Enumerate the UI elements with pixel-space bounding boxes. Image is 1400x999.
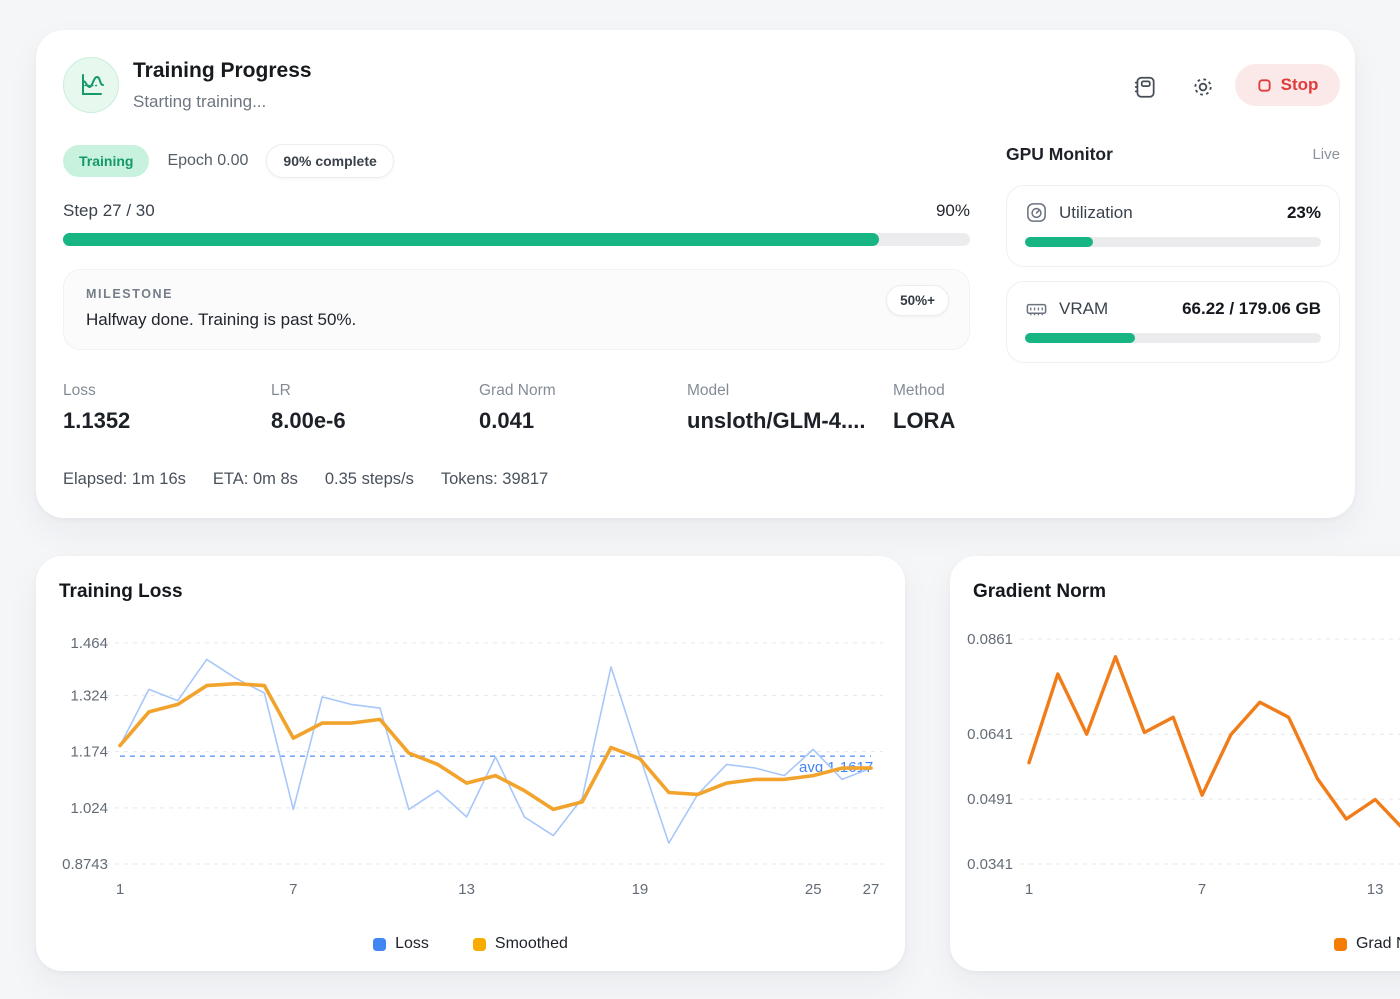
svg-text:1.464: 1.464: [70, 635, 108, 652]
stat-value: LORA: [893, 408, 955, 434]
svg-text:1.324: 1.324: [70, 687, 108, 704]
legend-item-smoothed[interactable]: Smoothed: [473, 935, 568, 953]
svg-text:1.174: 1.174: [70, 744, 108, 761]
gradient-norm-chart: 0.0861 0.0641 0.0491 0.0341 1 7 13: [950, 556, 1400, 971]
svg-text:13: 13: [458, 881, 475, 898]
legend-label: Smoothed: [495, 935, 568, 953]
vram-bar-fill: [1025, 333, 1135, 343]
training-dashboard: { "header": { "title": "Training Progres…: [0, 0, 1400, 999]
chart-legend: Grad Norm: [950, 935, 1400, 953]
status-subtitle: Starting training...: [133, 92, 266, 112]
stat-label: Grad Norm: [479, 382, 556, 400]
progress-bar: [63, 233, 970, 246]
stop-square-icon: [1257, 78, 1272, 93]
eta: ETA: 0m 8s: [213, 470, 298, 489]
svg-text:0.0341: 0.0341: [967, 856, 1013, 873]
epoch-label: Epoch 0.00: [167, 152, 248, 170]
svg-text:13: 13: [1367, 881, 1384, 898]
svg-text:7: 7: [1198, 881, 1206, 898]
vram-bar: [1025, 333, 1321, 343]
token-count: Tokens: 39817: [441, 470, 548, 489]
gradient-norm-chart-card: Gradient Norm 0.08610.06410.04910.034117…: [950, 556, 1400, 971]
stat-value: 0.041: [479, 408, 556, 434]
stat-label: Model: [687, 382, 865, 400]
ram-icon: [1025, 297, 1048, 320]
stat-label: Method: [893, 382, 955, 400]
svg-text:27: 27: [863, 881, 880, 898]
page-title: Training Progress: [133, 59, 312, 83]
stat-loss: Loss 1.1352: [63, 382, 130, 434]
svg-text:0.8743: 0.8743: [62, 856, 108, 873]
svg-text:0.0861: 0.0861: [967, 631, 1013, 648]
svg-text:25: 25: [805, 881, 822, 898]
percent-complete-badge: 90% complete: [266, 144, 393, 178]
legend-label: Grad Norm: [1356, 935, 1400, 953]
grad-norm-swatch: [1334, 938, 1347, 951]
legend-label: Loss: [395, 935, 429, 953]
milestone-message: Halfway done. Training is past 50%.: [86, 310, 947, 330]
chart-legend: Loss Smoothed: [36, 935, 905, 953]
stat-grad-norm: Grad Norm 0.041: [479, 382, 556, 434]
stat-value: 8.00e-6: [271, 408, 346, 434]
stat-method: Method LORA: [893, 382, 955, 434]
svg-text:19: 19: [632, 881, 649, 898]
gpu-utilization-meter: Utilization 23%: [1006, 185, 1340, 267]
gpu-monitor-header: GPU Monitor Live: [1006, 144, 1340, 165]
stat-model: Model unsloth/GLM-4....: [687, 382, 865, 434]
training-progress-card: Training Progress Starting training... S…: [36, 30, 1355, 518]
legend-item-loss[interactable]: Loss: [373, 935, 429, 953]
stat-value: 1.1352: [63, 408, 130, 434]
notebook-icon[interactable]: [1132, 74, 1158, 100]
loss-swatch: [373, 938, 386, 951]
live-indicator: Live: [1312, 146, 1340, 163]
training-loss-chart: 1.4641.3241.1741.0240.87431713192527avg …: [36, 556, 905, 971]
milestone-banner: MILESTONE Halfway done. Training is past…: [63, 269, 970, 350]
vram-label: VRAM: [1059, 299, 1171, 319]
progress-percent: 90%: [936, 201, 970, 221]
svg-text:0.0641: 0.0641: [967, 726, 1013, 743]
stat-value: unsloth/GLM-4....: [687, 408, 865, 434]
progress-bar-fill: [63, 233, 879, 246]
step-label: Step 27 / 30: [63, 201, 155, 221]
svg-text:1: 1: [1025, 881, 1033, 898]
status-badges: Training Epoch 0.00 90% complete: [63, 144, 394, 178]
elapsed-time: Elapsed: 1m 16s: [63, 470, 186, 489]
utilization-bar-fill: [1025, 237, 1093, 247]
stop-button[interactable]: Stop: [1235, 64, 1340, 106]
legend-item-grad-norm[interactable]: Grad Norm: [1334, 935, 1400, 953]
stat-label: LR: [271, 382, 346, 400]
utilization-value: 23%: [1287, 203, 1321, 223]
session-stats: Elapsed: 1m 16s ETA: 0m 8s 0.35 steps/s …: [63, 470, 548, 489]
svg-text:7: 7: [289, 881, 297, 898]
gpu-vram-meter: VRAM 66.22 / 179.06 GB: [1006, 281, 1340, 363]
gpu-monitor-title: GPU Monitor: [1006, 144, 1113, 165]
milestone-label: MILESTONE: [86, 287, 947, 301]
stat-lr: LR 8.00e-6: [271, 382, 346, 434]
loss-curve-icon: [63, 57, 119, 113]
svg-text:1.024: 1.024: [70, 800, 108, 817]
vram-value: 66.22 / 179.06 GB: [1182, 299, 1321, 319]
stat-label: Loss: [63, 382, 130, 400]
utilization-bar: [1025, 237, 1321, 247]
step-progress-row: Step 27 / 30 90%: [63, 201, 970, 221]
smoothed-swatch: [473, 938, 486, 951]
utilization-label: Utilization: [1059, 203, 1276, 223]
gauge-icon: [1025, 201, 1048, 224]
steps-per-second: 0.35 steps/s: [325, 470, 414, 489]
svg-text:1: 1: [116, 881, 124, 898]
training-status-badge: Training: [63, 145, 149, 177]
training-loss-chart-card: Training Loss 1.4641.3241.1741.0240.8743…: [36, 556, 905, 971]
stop-button-label: Stop: [1281, 75, 1319, 95]
milestone-badge: 50%+: [886, 285, 949, 316]
gear-icon[interactable]: [1190, 74, 1216, 100]
svg-text:0.0491: 0.0491: [967, 791, 1013, 808]
